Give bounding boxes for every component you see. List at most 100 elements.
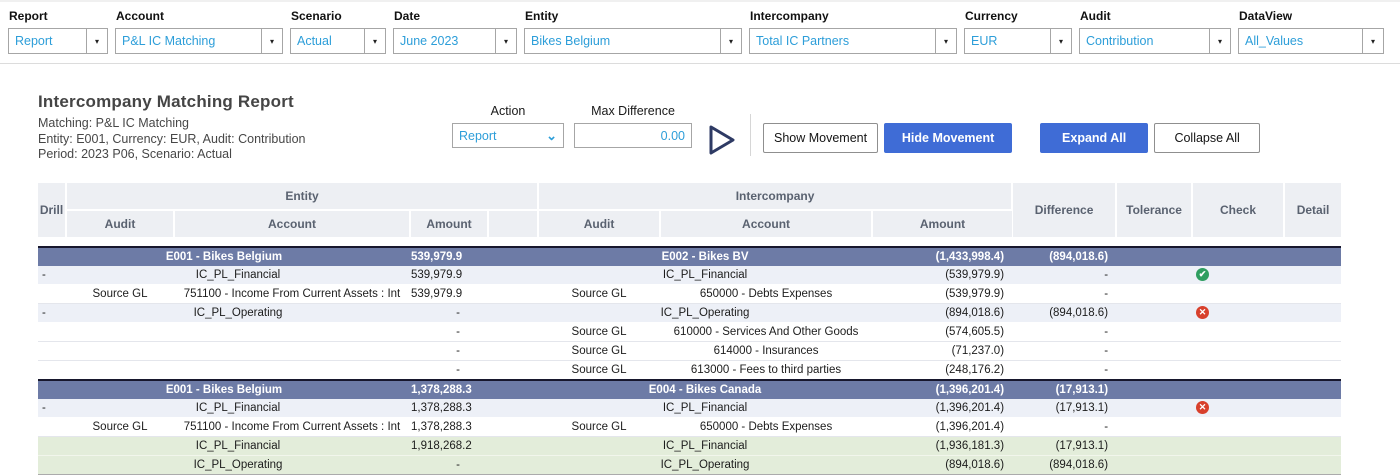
entity-amount-cell: 539,979.9: [410, 284, 488, 304]
check-cell: [1192, 245, 1285, 266]
show-movement-button[interactable]: Show Movement: [763, 123, 879, 153]
header-drill: Drill: [38, 182, 67, 239]
spacer-cell: [488, 303, 539, 323]
entity-amount-cell: 1,378,288.3: [410, 378, 488, 399]
table-row: Source GL 751100 - Income From Current As…: [38, 284, 1342, 304]
table-row: - IC_PL_Financial 1,378,288.3 IC_PL_Financi…: [38, 398, 1342, 418]
report-header: Intercompany Matching Report Matching: P…: [38, 92, 1400, 163]
table-row[interactable]: E001 - Bikes Belgium 1,378,288.3 E004 - Bi…: [38, 378, 1342, 399]
difference-cell: -: [1012, 360, 1117, 380]
entity-account-cell: 751100 - Income From Current Assets : In…: [174, 284, 410, 304]
intercompany-amount-cell: (539,979.9): [872, 284, 1013, 304]
page-title: Intercompany Matching Report: [38, 92, 294, 111]
entity-dropdown[interactable]: Bikes Belgium ▾: [524, 28, 742, 54]
drill-cell: [38, 284, 66, 304]
entity-account-cell: [174, 360, 410, 380]
dropdown-arrow-icon: ▾: [86, 29, 107, 53]
run-button[interactable]: [708, 124, 736, 159]
check-cell: ✕: [1192, 303, 1285, 323]
report-title-block: Intercompany Matching Report Matching: P…: [38, 92, 452, 163]
intercompany-account-cell: IC_PL_Operating: [538, 455, 873, 475]
difference-cell: -: [1012, 417, 1117, 437]
header-intercompany-group: Intercompany: [538, 182, 1014, 211]
spacer-cell: [488, 378, 539, 399]
tolerance-cell: [1116, 378, 1193, 399]
currency-dropdown[interactable]: EUR ▾: [964, 28, 1072, 54]
spacer-cell: [488, 360, 539, 380]
entity-name-cell: E001 - Bikes Belgium: [38, 245, 410, 266]
header-spacer: [488, 209, 540, 239]
hide-movement-button[interactable]: Hide Movement: [884, 123, 1013, 153]
collapse-all-button[interactable]: Collapse All: [1154, 123, 1261, 153]
entity-account-cell: IC_PL_Financial: [66, 398, 410, 418]
check-cell: ✔: [1192, 265, 1285, 285]
entity-amount-cell: 539,979.9: [410, 265, 488, 285]
date-dropdown[interactable]: June 2023 ▾: [393, 28, 517, 54]
check-error-icon: ✕: [1196, 400, 1210, 414]
dropdown-value: June 2023: [400, 34, 459, 48]
chevron-down-icon: ⌄: [546, 127, 557, 143]
max-difference-label: Max Difference: [591, 104, 675, 118]
entity-account-cell: [174, 341, 410, 361]
header-tolerance: Tolerance: [1116, 182, 1194, 239]
spacer-cell: [488, 398, 539, 418]
header-detail: Detail: [1284, 182, 1342, 239]
movement-buttons: Show Movement Hide Movement Expand All Coll…: [763, 123, 1261, 153]
dropdown-arrow-icon: ▾: [720, 29, 741, 53]
spacer-cell: [488, 341, 539, 361]
intercompany-name-cell: E004 - Bikes Canada: [538, 378, 873, 399]
dropdown-arrow-icon: ▾: [495, 29, 516, 53]
check-cell: [1192, 378, 1285, 399]
entity-audit-cell: [66, 360, 174, 380]
dropdown-arrow-icon: ▾: [1050, 29, 1071, 53]
scenario-dropdown[interactable]: Actual ▾: [290, 28, 386, 54]
detail-cell: [1284, 303, 1342, 323]
detail-cell: [1284, 341, 1342, 361]
dropdown-arrow-icon: ▾: [935, 29, 956, 53]
dropdown-arrow-icon: ▾: [261, 29, 282, 53]
dataview-dropdown[interactable]: All_Values ▾: [1238, 28, 1384, 54]
entity-account-cell: IC_PL_Operating: [66, 455, 410, 475]
expand-all-button[interactable]: Expand All: [1040, 123, 1149, 153]
divider: [750, 114, 751, 156]
tolerance-cell: [1116, 360, 1193, 380]
audit-dropdown[interactable]: Contribution ▾: [1079, 28, 1231, 54]
tolerance-cell: [1116, 455, 1193, 475]
intercompany-account-cell: 650000 - Debts Expenses: [660, 284, 873, 304]
intercompany-amount-cell: (248,176.2): [872, 360, 1013, 380]
intercompany-audit-cell: Source GL: [538, 284, 661, 304]
spacer-cell: [488, 284, 539, 304]
entity-account-cell: [174, 322, 410, 342]
report-subtitle-matching: Matching: P&L IC Matching: [38, 116, 189, 130]
intercompany-amount-cell: (1,396,201.4): [872, 378, 1013, 399]
header-check: Check: [1192, 182, 1286, 239]
entity-amount-cell: -: [410, 455, 488, 475]
drill-cell[interactable]: -: [38, 265, 66, 285]
filter-account: Account P&L IC Matching ▾: [115, 7, 283, 54]
matching-table: Drill Entity Intercompany Difference Tol…: [38, 182, 1342, 475]
filter-label: Currency: [965, 9, 1018, 23]
entity-audit-cell: Source GL: [66, 417, 174, 437]
action-select[interactable]: Report ⌄: [452, 123, 564, 148]
check-cell: [1192, 455, 1285, 475]
intercompany-dropdown[interactable]: Total IC Partners ▾: [749, 28, 957, 54]
spacer-cell: [488, 265, 539, 285]
check-cell: [1192, 322, 1285, 342]
header-difference: Difference: [1012, 182, 1118, 239]
intercompany-account-cell: IC_PL_Financial: [538, 265, 873, 285]
entity-audit-cell: Source GL: [66, 284, 174, 304]
max-difference-input[interactable]: [574, 123, 692, 148]
filter-label: Intercompany: [750, 9, 829, 23]
report-dropdown[interactable]: Report ▾: [8, 28, 108, 54]
detail-cell: [1284, 378, 1342, 399]
header-entity-group: Entity: [66, 182, 540, 211]
account-dropdown[interactable]: P&L IC Matching ▾: [115, 28, 283, 54]
difference-cell: -: [1012, 341, 1117, 361]
dropdown-arrow-icon: ▾: [1209, 29, 1230, 53]
detail-cell: [1284, 265, 1342, 285]
drill-cell[interactable]: -: [38, 398, 66, 418]
table-row[interactable]: E001 - Bikes Belgium 539,979.9 E002 - Bike…: [38, 245, 1342, 266]
drill-cell[interactable]: -: [38, 303, 66, 323]
table-row: - Source GL 613000 - Fees to third parties…: [38, 360, 1342, 380]
check-cell: [1192, 284, 1285, 304]
